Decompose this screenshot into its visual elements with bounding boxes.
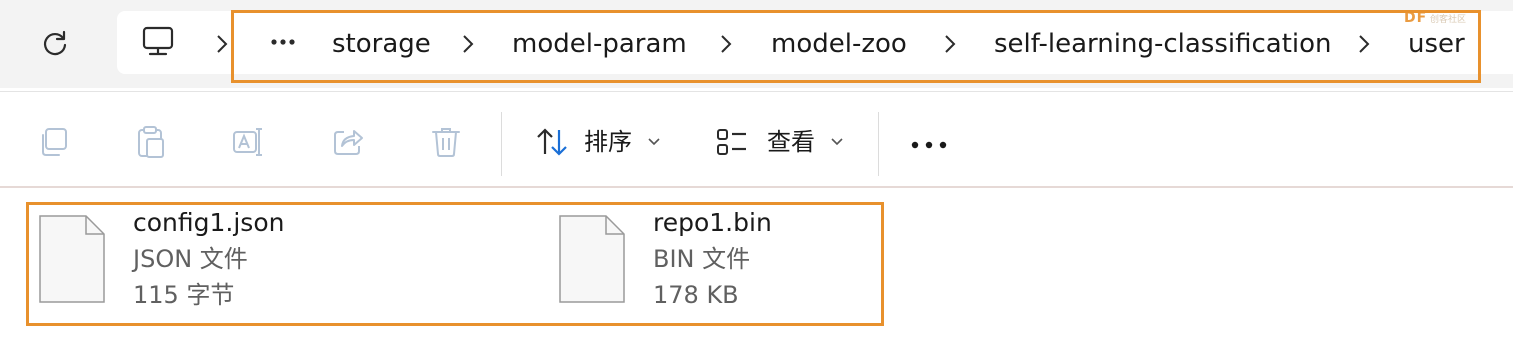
file-size: 115 字节 xyxy=(133,281,235,309)
file-item[interactable]: repo1.bin BIN 文件 178 KB xyxy=(558,204,858,318)
chevron-right-icon[interactable] xyxy=(214,31,230,57)
view-button[interactable]: 查看 xyxy=(767,126,815,158)
file-size: 178 KB xyxy=(653,281,739,309)
file-name: config1.json xyxy=(133,208,285,237)
paste-icon[interactable] xyxy=(133,124,169,160)
document-icon xyxy=(559,215,625,303)
ellipsis-icon[interactable] xyxy=(270,38,296,46)
chevron-right-icon[interactable] xyxy=(1356,31,1372,57)
chevron-right-icon[interactable] xyxy=(460,31,476,57)
delete-icon[interactable] xyxy=(428,124,464,160)
watermark-logo: DF xyxy=(1404,10,1428,26)
file-item[interactable]: config1.json JSON 文件 115 字节 xyxy=(38,204,338,318)
file-type: BIN 文件 xyxy=(653,245,751,273)
breadcrumb-model-zoo[interactable]: model-zoo xyxy=(771,27,907,61)
file-name: repo1.bin xyxy=(653,208,772,237)
breadcrumb-self-learning-classification[interactable]: self-learning-classification xyxy=(994,27,1332,61)
this-pc-icon[interactable] xyxy=(140,24,176,60)
refresh-icon xyxy=(43,30,67,56)
toolbar-divider xyxy=(878,112,879,176)
chevron-down-icon[interactable] xyxy=(648,138,660,146)
breadcrumb-user[interactable]: user xyxy=(1408,27,1465,61)
share-icon[interactable] xyxy=(330,124,366,160)
rename-icon[interactable] xyxy=(230,124,266,160)
command-bar xyxy=(0,92,1513,186)
toolbar-divider xyxy=(501,112,502,176)
file-type: JSON 文件 xyxy=(133,245,248,273)
breadcrumb-model-param[interactable]: model-param xyxy=(512,27,687,61)
view-icon[interactable] xyxy=(715,124,751,160)
divider xyxy=(0,186,1513,188)
sort-button[interactable]: 排序 xyxy=(584,126,632,158)
document-icon xyxy=(39,215,105,303)
copy-icon[interactable] xyxy=(36,124,72,160)
chevron-right-icon[interactable] xyxy=(718,31,734,57)
refresh-button[interactable] xyxy=(30,22,80,64)
more-options-icon[interactable] xyxy=(910,140,948,150)
chevron-right-icon[interactable] xyxy=(942,31,958,57)
breadcrumb-storage[interactable]: storage xyxy=(332,27,431,61)
watermark-text: 创客社区 xyxy=(1430,15,1467,25)
sort-icon[interactable] xyxy=(534,124,570,160)
chevron-down-icon[interactable] xyxy=(831,138,843,146)
